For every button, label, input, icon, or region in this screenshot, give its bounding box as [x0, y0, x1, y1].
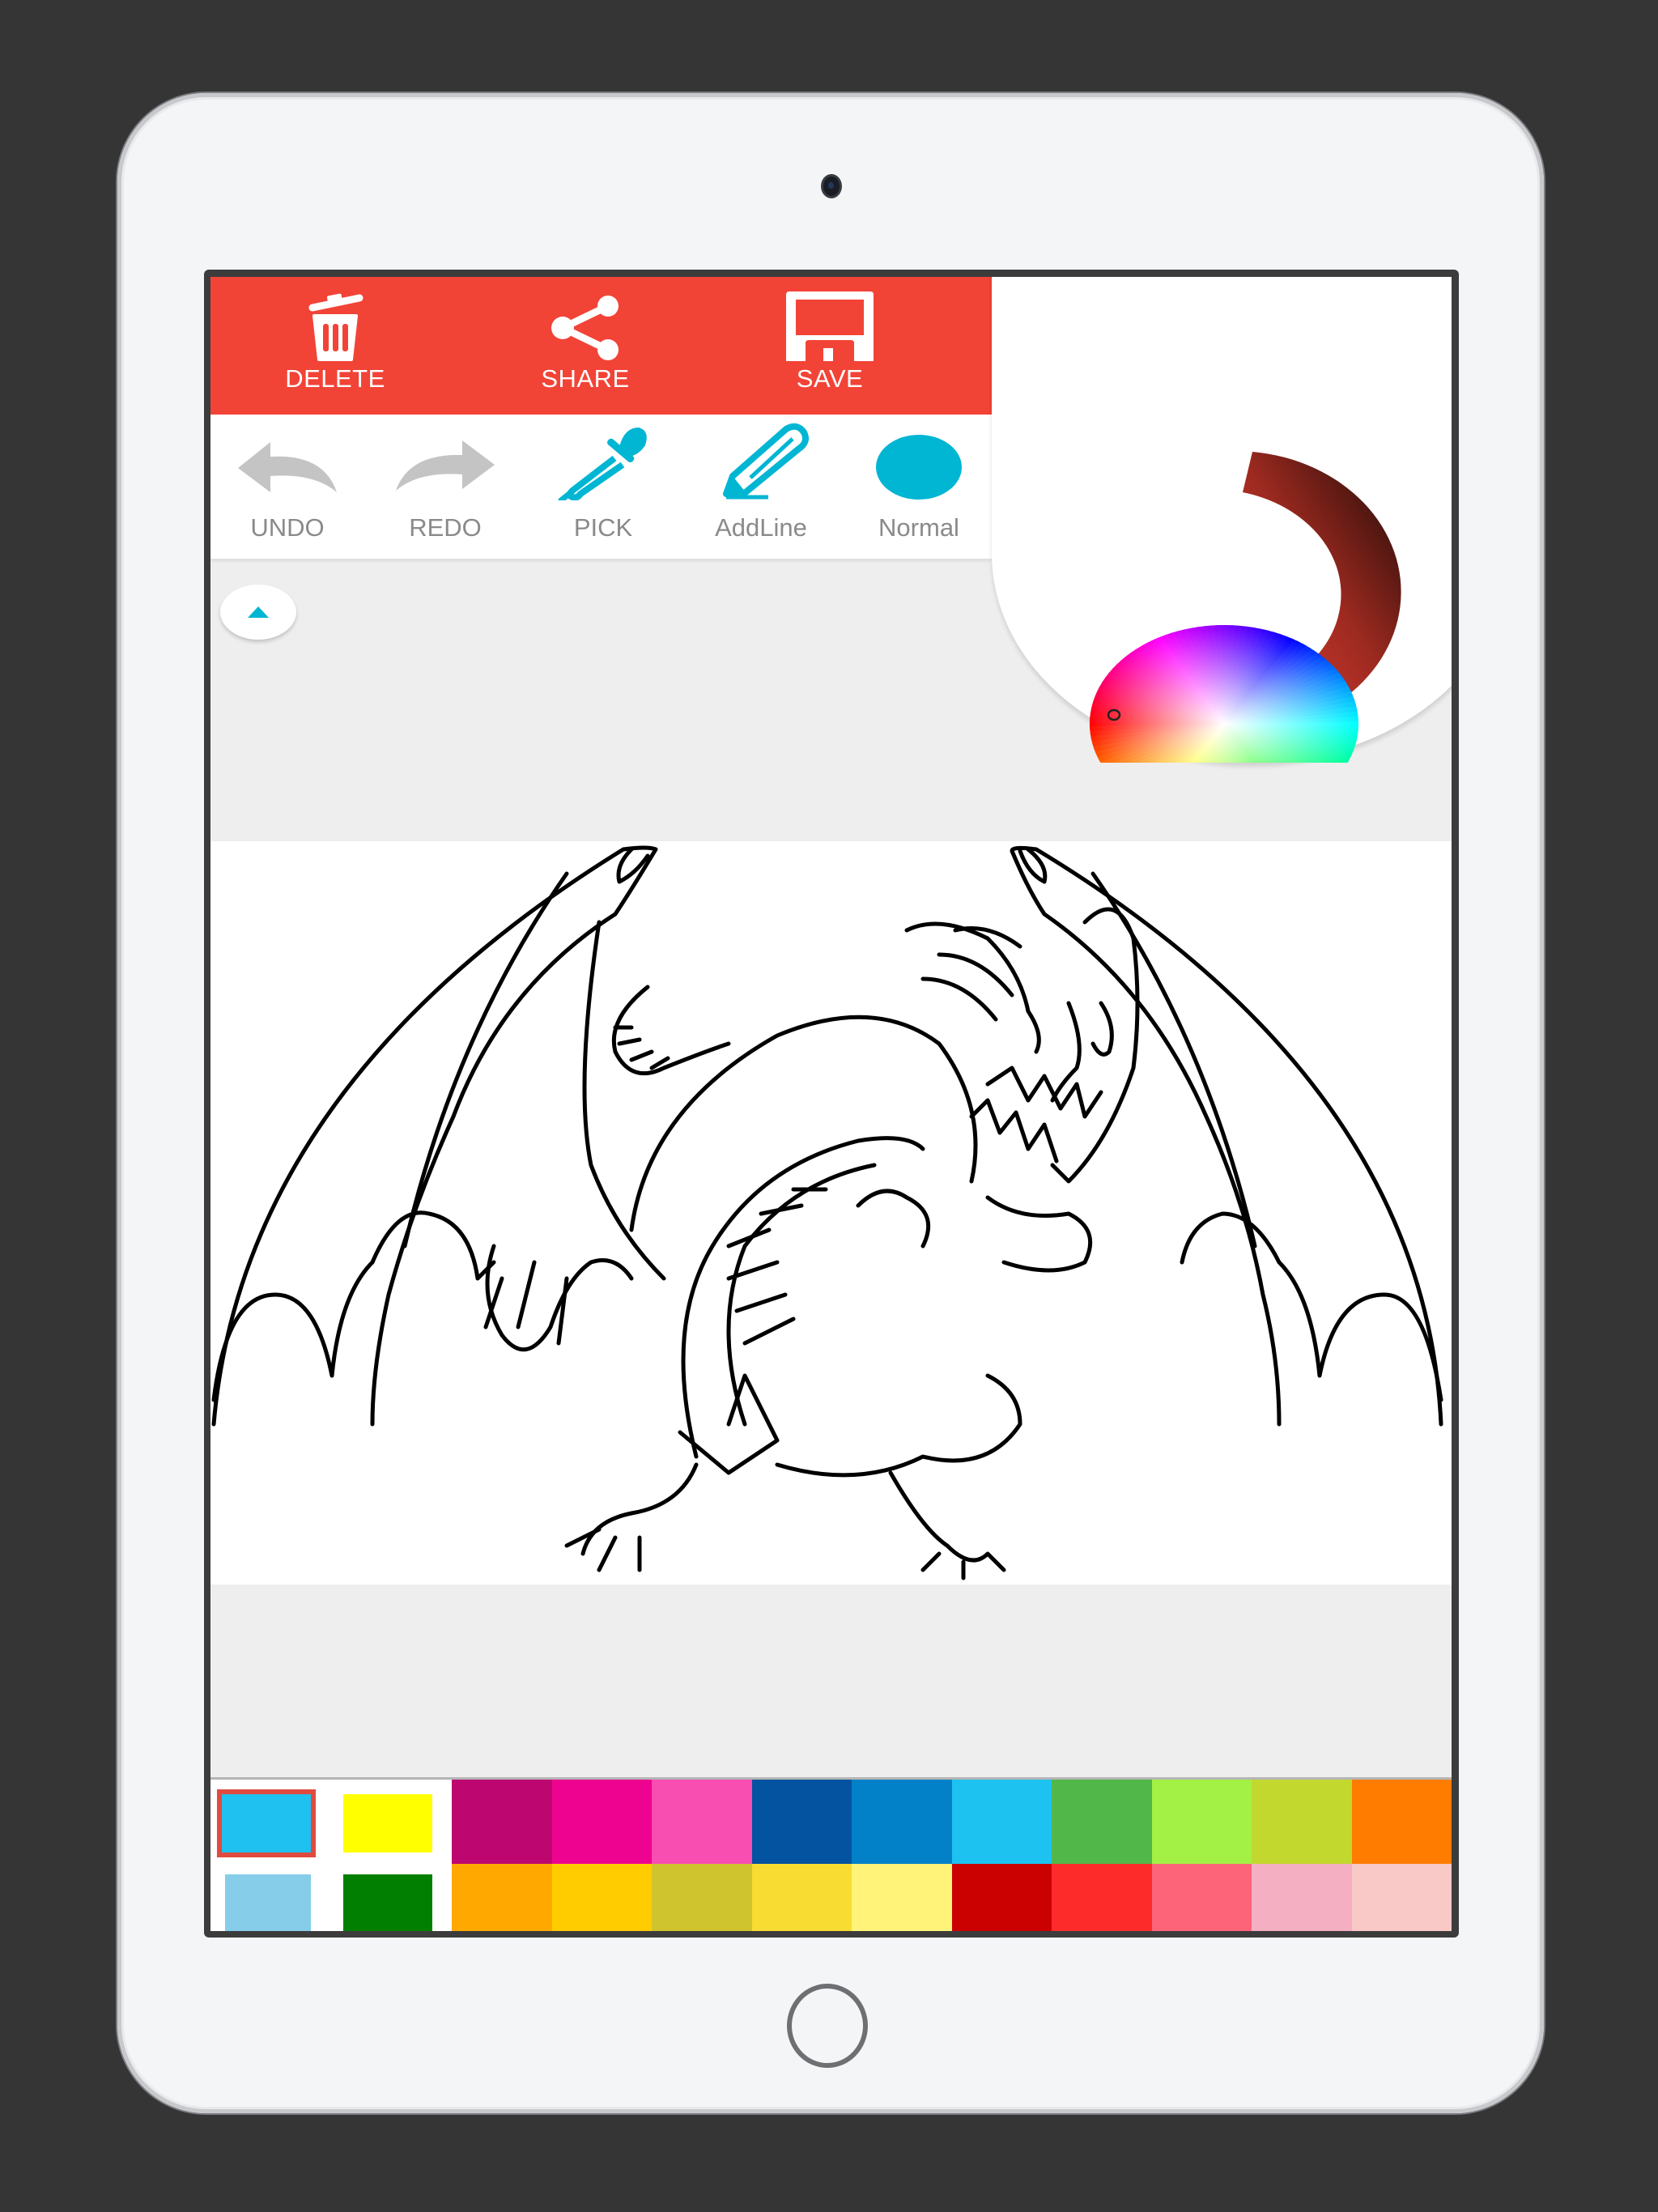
palette-color-swatch[interactable]: [551, 1864, 652, 1931]
recent-color-swatch[interactable]: [225, 1874, 311, 1931]
recent-color-swatch[interactable]: [217, 1789, 316, 1857]
tool-row: UNDO REDO PICK AddLine Normal: [210, 415, 992, 559]
undo-button[interactable]: UNDO: [210, 415, 364, 559]
home-button[interactable]: [787, 1984, 868, 2068]
share-label: SHARE: [541, 364, 630, 393]
palette-color-swatch[interactable]: [751, 1864, 852, 1931]
palette-color-swatch[interactable]: [452, 1780, 552, 1864]
undo-arrow-icon: [210, 431, 364, 504]
palette-color-swatch[interactable]: [1151, 1864, 1252, 1931]
recent-color-swatch[interactable]: [343, 1874, 432, 1931]
addline-button[interactable]: AddLine: [684, 415, 838, 559]
color-palette: [210, 1777, 1452, 1931]
palette-color-swatch[interactable]: [852, 1864, 952, 1931]
collapse-toolbar-button[interactable]: [220, 585, 296, 640]
share-icon: [545, 291, 626, 364]
share-button[interactable]: SHARE: [504, 277, 666, 415]
pencil-line-icon: [684, 421, 838, 502]
color-picker-popup: [992, 277, 1452, 763]
palette-color-swatch[interactable]: [1351, 1780, 1452, 1864]
recent-color-swatch[interactable]: [343, 1794, 432, 1853]
brush-circle-icon: [842, 431, 996, 504]
hue-saturation-wheel[interactable]: [1086, 622, 1362, 763]
palette-grid: [452, 1780, 1452, 1931]
palette-color-swatch[interactable]: [1052, 1780, 1152, 1864]
trash-icon: [303, 291, 368, 364]
save-label: SAVE: [796, 364, 864, 393]
redo-label: REDO: [409, 513, 482, 542]
pick-label: PICK: [573, 513, 633, 542]
front-camera: [823, 177, 840, 196]
palette-color-swatch[interactable]: [951, 1780, 1052, 1864]
palette-color-swatch[interactable]: [751, 1780, 852, 1864]
delete-label: DELETE: [285, 364, 385, 393]
palette-color-swatch[interactable]: [852, 1780, 952, 1864]
brush-mode-button[interactable]: Normal: [842, 415, 996, 559]
dragon-line-art: [211, 845, 1443, 1580]
redo-button[interactable]: REDO: [368, 415, 522, 559]
palette-color-swatch[interactable]: [551, 1780, 652, 1864]
app-screen: DELETE SHARE SAVE UNDO REDO PICK AddLine…: [210, 277, 1452, 1931]
undo-label: UNDO: [250, 513, 325, 542]
save-button[interactable]: SAVE: [749, 277, 911, 415]
delete-button[interactable]: DELETE: [254, 277, 416, 415]
palette-color-swatch[interactable]: [1252, 1780, 1352, 1864]
palette-color-swatch[interactable]: [951, 1864, 1052, 1931]
palette-color-swatch[interactable]: [1052, 1864, 1152, 1931]
redo-arrow-icon: [368, 431, 522, 504]
drawing-canvas[interactable]: [210, 841, 1452, 1585]
floppy-disk-icon: [783, 287, 877, 368]
chevron-up-icon: [248, 606, 269, 618]
palette-color-swatch[interactable]: [652, 1864, 752, 1931]
brush-mode-label: Normal: [878, 513, 959, 542]
eyedropper-icon: [526, 421, 680, 502]
palette-color-swatch[interactable]: [652, 1780, 752, 1864]
palette-color-swatch[interactable]: [1252, 1864, 1352, 1931]
pick-button[interactable]: PICK: [526, 415, 680, 559]
palette-color-swatch[interactable]: [452, 1864, 552, 1931]
palette-color-swatch[interactable]: [1151, 1780, 1252, 1864]
addline-label: AddLine: [715, 513, 807, 542]
palette-color-swatch[interactable]: [1351, 1864, 1452, 1931]
